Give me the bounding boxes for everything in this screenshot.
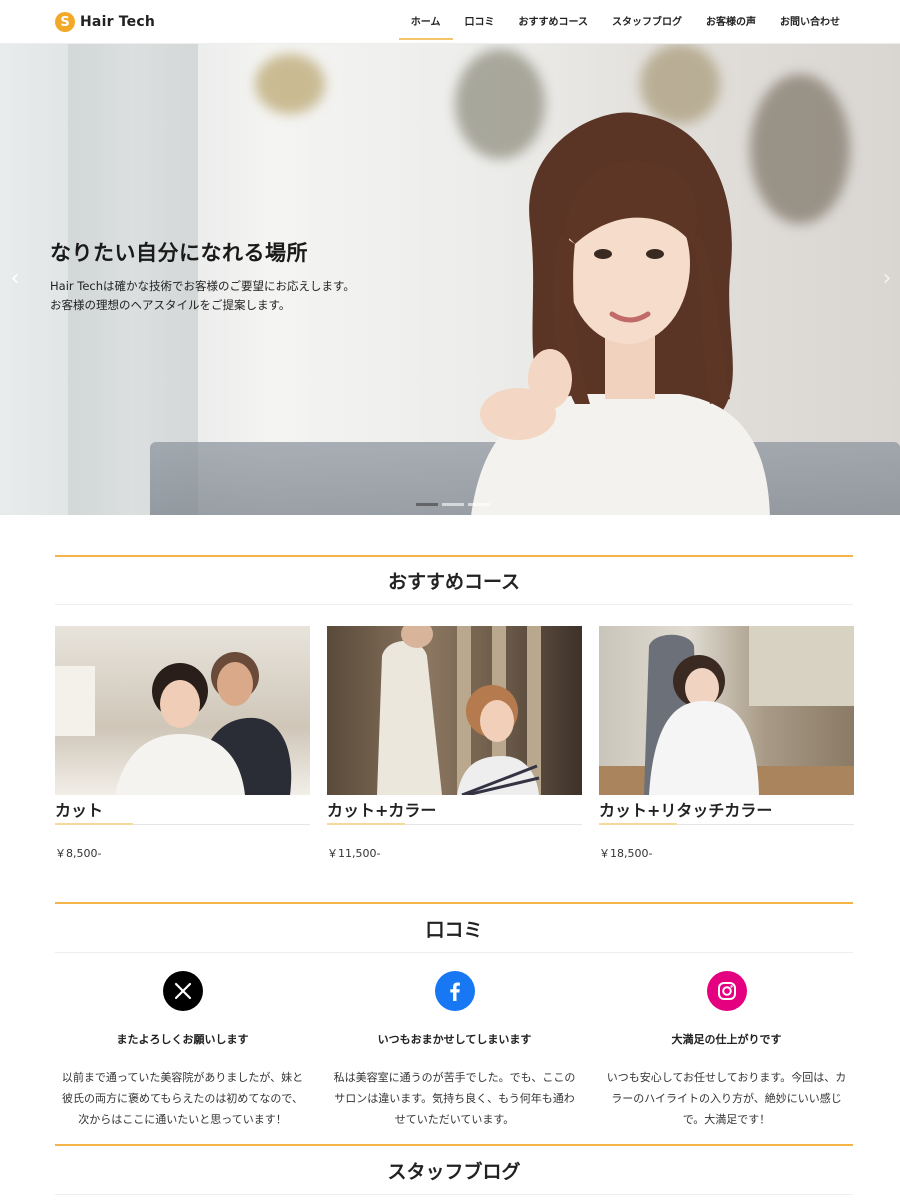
course-underline bbox=[327, 823, 582, 825]
section-rule bbox=[55, 1144, 853, 1146]
course-underline bbox=[599, 823, 854, 825]
nav-item-reviews[interactable]: 口コミ bbox=[453, 0, 507, 40]
course-card[interactable]: カット ￥8,500- bbox=[55, 626, 310, 861]
logo-mark: S bbox=[55, 12, 75, 32]
review-line: サロンは違います。気持ち良く、もう何年も通わ bbox=[334, 1092, 575, 1105]
course-image bbox=[327, 626, 582, 795]
review-title: いつもおまかせしてしまいます bbox=[377, 1033, 532, 1046]
section-rule bbox=[55, 555, 853, 557]
review-line: 次からはここに通いたいと思っています！ bbox=[78, 1113, 287, 1126]
review-body: 私は美容室に通うのが苦手でした。でも、ここの サロンは違います。気持ち良く、もう… bbox=[327, 1067, 582, 1130]
nav-item-contact[interactable]: お問い合わせ bbox=[768, 0, 852, 40]
nav-item-courses[interactable]: おすすめコース bbox=[507, 0, 601, 40]
course-price: ￥8,500- bbox=[55, 847, 102, 860]
slider-indicator[interactable] bbox=[442, 503, 464, 506]
hero-title: なりたい自分になれる場所 bbox=[50, 241, 308, 265]
slider-prev-button[interactable]: ‹ bbox=[4, 266, 26, 292]
course-price: ￥11,500- bbox=[327, 847, 381, 860]
facebook-icon[interactable] bbox=[434, 971, 475, 1011]
hero-text-line: Hair Techは確かな技術でお客様のご要望にお応えします。 bbox=[50, 279, 355, 293]
review-line: ラーのハイライトの入り方が、絶妙にいい感じ bbox=[611, 1092, 842, 1105]
review-card: またよろしくお願いします 以前まで通っていた美容院がありましたが、妹と 彼氏の両… bbox=[55, 971, 310, 1130]
review-title: 大満足の仕上がりです bbox=[671, 1033, 782, 1046]
course-name: カット bbox=[55, 801, 104, 820]
section-title-staff-blog: スタッフブログ bbox=[387, 1161, 521, 1183]
review-card: 大満足の仕上がりです いつも安心してお任せしております。今回は、カ ラーのハイラ… bbox=[599, 971, 854, 1130]
review-line: 彼氏の両方に褒めてもらえたのは初めてなので、 bbox=[61, 1092, 303, 1105]
course-image bbox=[55, 626, 310, 795]
section-divider bbox=[55, 1194, 853, 1195]
instagram-icon[interactable] bbox=[706, 971, 747, 1011]
course-card[interactable]: カット+カラー ￥11,500- bbox=[327, 626, 582, 861]
course-underline bbox=[55, 823, 310, 825]
review-line: で。大満足です！ bbox=[682, 1113, 771, 1126]
hero-text-line: お客様の理想のヘアスタイルをご提案します。 bbox=[50, 298, 291, 312]
main-nav: ホーム 口コミ おすすめコース スタッフブログ お客様の声 お問い合わせ bbox=[398, 0, 852, 44]
hero-caption: なりたい自分になれる場所 Hair Techは確かな技術でお客様のご要望にお応え… bbox=[50, 237, 355, 315]
review-line: せていただいています。 bbox=[394, 1113, 515, 1126]
section-divider bbox=[55, 952, 853, 953]
hero-background-plant bbox=[255, 54, 325, 114]
review-line: 以前まで通っていた美容院がありましたが、妹と bbox=[61, 1071, 304, 1084]
x-icon[interactable] bbox=[162, 971, 203, 1011]
nav-item-customer-voice[interactable]: お客様の声 bbox=[694, 0, 768, 40]
hero-slider: なりたい自分になれる場所 Hair Techは確かな技術でお客様のご要望にお応え… bbox=[0, 44, 900, 515]
review-card: いつもおまかせしてしまいます 私は美容室に通うのが苦手でした。でも、ここの サロ… bbox=[327, 971, 582, 1130]
slider-next-button[interactable]: › bbox=[876, 266, 898, 292]
section-divider bbox=[55, 604, 853, 605]
course-name: カット+リタッチカラー bbox=[599, 801, 773, 820]
hero-text: Hair Techは確かな技術でお客様のご要望にお応えします。 お客様の理想のヘ… bbox=[50, 277, 355, 315]
course-name: カット+カラー bbox=[327, 801, 437, 820]
course-image bbox=[599, 626, 854, 795]
slider-indicator[interactable] bbox=[416, 503, 438, 506]
section-rule bbox=[55, 902, 853, 904]
review-body: いつも安心してお任せしております。今回は、カ ラーのハイライトの入り方が、絶妙に… bbox=[599, 1067, 854, 1130]
review-title: またよろしくお願いします bbox=[116, 1033, 249, 1046]
review-line: いつも安心してお任せしております。今回は、カ bbox=[606, 1071, 847, 1084]
slider-indicators bbox=[416, 503, 490, 506]
logo-text: Hair Tech bbox=[80, 14, 155, 30]
review-line: 私は美容室に通うのが苦手でした。でも、ここの bbox=[333, 1071, 576, 1084]
nav-item-staff-blog[interactable]: スタッフブログ bbox=[600, 0, 694, 40]
logo[interactable]: S Hair Tech bbox=[55, 11, 155, 33]
course-card[interactable]: カット+リタッチカラー ￥18,500- bbox=[599, 626, 854, 861]
hero-model-photo bbox=[471, 112, 770, 515]
nav-item-home[interactable]: ホーム bbox=[398, 0, 453, 40]
section-title-courses: おすすめコース bbox=[387, 571, 521, 593]
course-price: ￥18,500- bbox=[599, 847, 653, 860]
slider-indicator[interactable] bbox=[468, 503, 490, 506]
review-body: 以前まで通っていた美容院がありましたが、妹と 彼氏の両方に褒めてもらえたのは初め… bbox=[55, 1067, 310, 1130]
site-header: S Hair Tech ホーム 口コミ おすすめコース スタッフブログ お客様の… bbox=[0, 0, 900, 44]
section-title-reviews: 口コミ bbox=[425, 919, 483, 941]
